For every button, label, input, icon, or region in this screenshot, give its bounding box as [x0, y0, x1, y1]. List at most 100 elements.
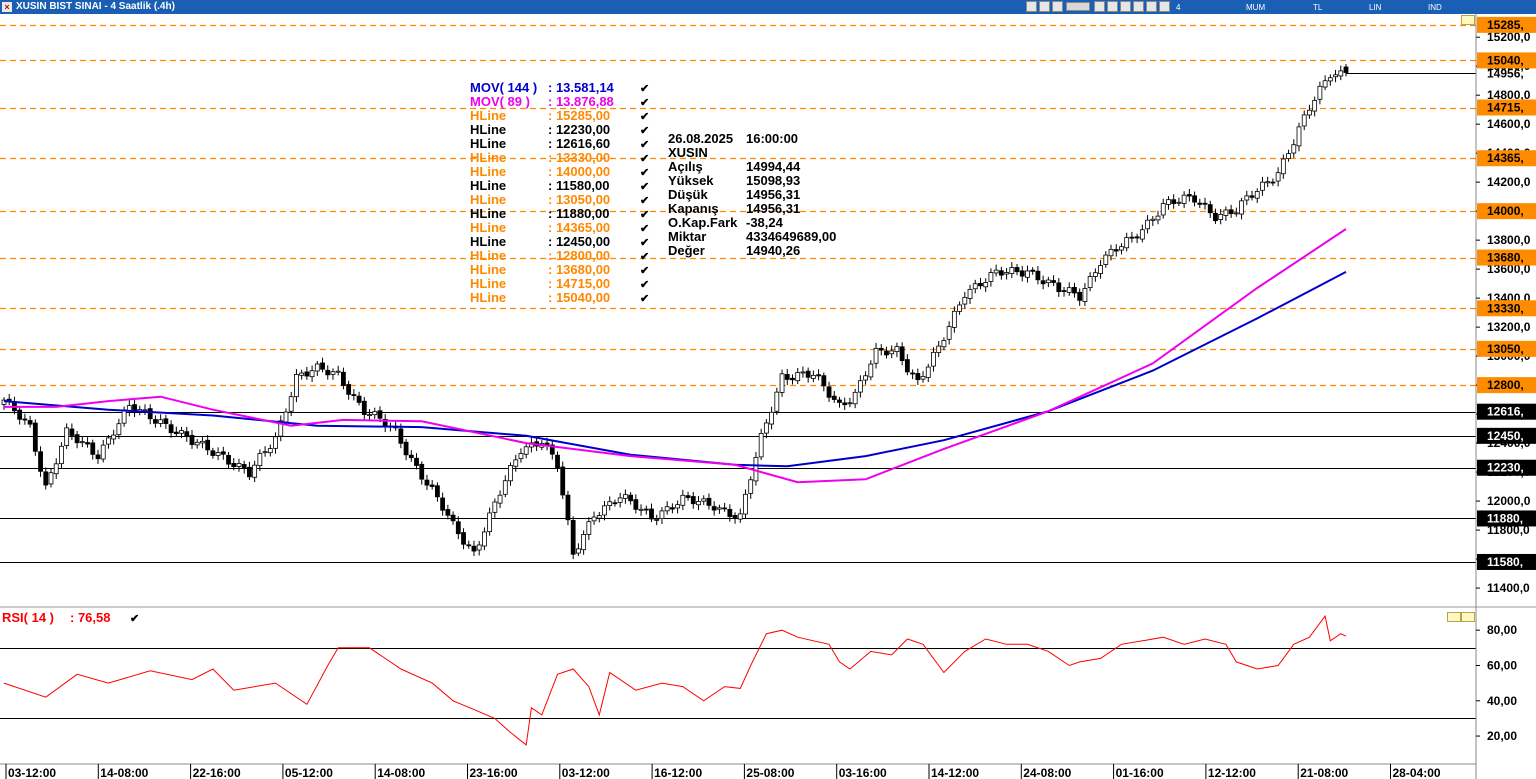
candle-body	[445, 509, 451, 516]
candle-body	[1025, 270, 1030, 278]
candle-body	[575, 548, 581, 554]
price-tick-label: 12000,0	[1487, 494, 1531, 508]
legend-check-icon[interactable]: ✔	[640, 83, 649, 95]
candle-body	[643, 508, 649, 511]
info-close-value: 14956,31	[746, 201, 800, 216]
candle-body	[220, 451, 226, 455]
candle-body	[184, 431, 190, 437]
candle-body	[147, 408, 153, 420]
legend-check-icon[interactable]: ✔	[640, 181, 649, 193]
candle-body	[1181, 194, 1187, 204]
candle-body	[314, 363, 320, 372]
legend-item-name: HLine	[470, 122, 506, 137]
candle-body	[492, 501, 498, 513]
info-time: 16:00:00	[746, 131, 798, 146]
candle-body	[1014, 267, 1020, 273]
toolbar-compare-icon[interactable]	[1146, 1, 1157, 12]
candle-body	[257, 453, 263, 467]
candle-body	[957, 304, 962, 312]
candle-body	[419, 463, 425, 480]
time-tick-label: 21-08:00	[1300, 766, 1348, 779]
candle-body	[48, 472, 54, 485]
candle-body	[988, 272, 994, 282]
candle-body	[1019, 270, 1025, 277]
toolbar-indicator-icon[interactable]	[1133, 1, 1144, 12]
legend-check-icon[interactable]: ✔	[640, 293, 649, 305]
toolbar-zoom-icon[interactable]	[1107, 1, 1118, 12]
legend-check-icon[interactable]: ✔	[640, 209, 649, 221]
candle-body	[429, 484, 435, 487]
toolbar-period-dropdown[interactable]	[1066, 2, 1090, 11]
info-value-label: Değer	[668, 243, 705, 258]
candle-body	[38, 451, 43, 472]
toolbar-print-icon[interactable]	[1159, 1, 1170, 12]
chart-area[interactable]: 14956, 11400,011600,011800,012000,012200…	[0, 14, 1536, 779]
time-tick-label: 25-08:00	[746, 766, 794, 779]
rsi-panel-close-icon[interactable]	[1461, 612, 1475, 622]
candle-body	[821, 375, 827, 387]
candle-body	[1155, 215, 1161, 221]
toolbar-draw-icon[interactable]	[1120, 1, 1131, 12]
candle-body	[215, 452, 221, 456]
toolbar-grid-icon[interactable]	[1094, 1, 1105, 12]
info-low-value: 14956,31	[746, 187, 800, 202]
candle-body	[163, 418, 169, 424]
legend-check-icon[interactable]: ✔	[640, 153, 649, 165]
candle-body	[210, 450, 216, 456]
candle-body	[967, 288, 973, 299]
legend-check-icon[interactable]: ✔	[640, 167, 649, 179]
toolbar-scale-label[interactable]: LIN	[1369, 1, 1381, 15]
candle-body	[769, 411, 775, 425]
candle-body	[920, 375, 926, 380]
legend-check-icon[interactable]: ✔	[640, 223, 649, 235]
legend-check-icon[interactable]: ✔	[640, 139, 649, 151]
legend-check-icon[interactable]: ✔	[640, 125, 649, 137]
candle-body	[941, 340, 947, 348]
legend-item-name: HLine	[470, 150, 506, 165]
candle-body	[737, 513, 743, 520]
legend-check-icon[interactable]: ✔	[640, 195, 649, 207]
toolbar-settings-icon[interactable]	[1039, 1, 1050, 12]
candle-body	[523, 446, 529, 455]
legend-item-value: : 13330,00	[548, 150, 610, 165]
info-symbol: XUSIN	[668, 145, 708, 160]
candle-body	[1186, 194, 1192, 197]
candle-body	[910, 372, 915, 375]
candle-body	[899, 346, 905, 362]
legend-check-icon[interactable]: ✔	[640, 111, 649, 123]
candle-body	[936, 345, 942, 353]
legend-check-icon[interactable]: ✔	[640, 97, 649, 109]
candle-body	[1040, 280, 1046, 285]
candle-body	[403, 441, 409, 456]
candle-body	[805, 370, 811, 378]
rsi-legend-value: : 76,58	[70, 610, 110, 625]
candle-body	[800, 371, 806, 374]
toolbar-chart-icon[interactable]	[1026, 1, 1037, 12]
toolbar-index-label[interactable]: IND	[1428, 1, 1442, 15]
candle-body	[106, 437, 111, 445]
candle-body	[1051, 280, 1056, 283]
legend-check-icon[interactable]: ✔	[640, 279, 649, 291]
legend-check-icon[interactable]: ✔	[640, 237, 649, 249]
window-menu-icon[interactable]: ×	[2, 2, 12, 12]
legend-item-name: HLine	[470, 206, 506, 221]
rsi-panel-resize-icon[interactable]	[1447, 612, 1461, 622]
hline-price-tag-label: 13330,	[1487, 301, 1524, 315]
price-panel-collapse-icon[interactable]	[1461, 15, 1475, 25]
legend-check-icon[interactable]: ✔	[640, 265, 649, 277]
toolbar-currency-label[interactable]: TL	[1313, 1, 1322, 15]
candle-body	[743, 493, 748, 515]
candle-body	[1030, 269, 1036, 272]
candle-body	[878, 347, 884, 351]
candle-body	[904, 359, 910, 373]
candle-body	[158, 419, 164, 424]
toolbar-home-icon[interactable]	[1052, 1, 1063, 12]
legend-check-icon[interactable]: ✔	[640, 251, 649, 263]
toolbar-candle-label[interactable]: MUM	[1246, 1, 1265, 15]
candle-body	[1066, 287, 1072, 293]
candle-body	[1338, 70, 1344, 77]
rsi-check-icon[interactable]: ✔	[130, 613, 139, 625]
info-open-label: Açılış	[668, 159, 703, 174]
info-low-label: Düşük	[668, 187, 709, 202]
legend-item-name: HLine	[470, 136, 506, 151]
